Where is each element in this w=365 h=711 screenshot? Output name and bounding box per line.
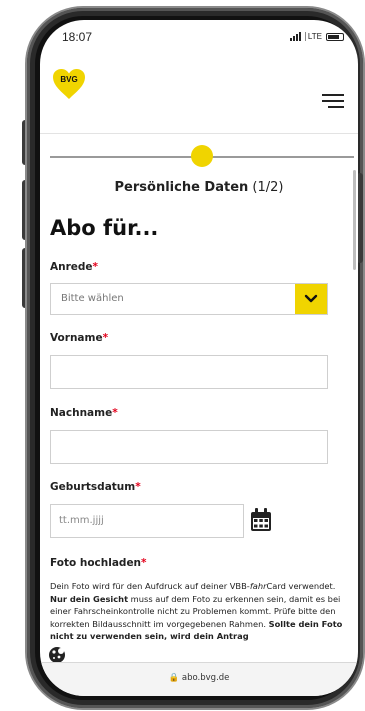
anrede-selected-value: Bitte wählen <box>61 293 124 304</box>
step-indicator: Persönliche Daten (1/2) <box>40 180 358 195</box>
scrollbar[interactable] <box>353 170 356 270</box>
foto-label: Foto hochladen* <box>50 557 147 569</box>
foto-description: Dein Foto wird für den Aufdruck auf dein… <box>50 581 343 642</box>
nachname-label: Nachname* <box>50 407 118 419</box>
battery-icon <box>326 32 344 41</box>
geburtsdatum-input[interactable]: tt.mm.jjjj <box>50 504 244 538</box>
anrede-select[interactable]: Bitte wählen <box>50 283 328 315</box>
logo-text: BVG <box>60 75 77 84</box>
progress-marker <box>191 145 213 167</box>
phone-screen: 18:07 LTE BVG Persönliche Daten (1/2) Ab… <box>40 20 358 696</box>
step-progress <box>50 144 354 168</box>
step-count: (1/2) <box>252 180 284 195</box>
status-time: 18:07 <box>62 30 93 44</box>
status-bar: 18:07 LTE <box>40 20 358 56</box>
hamburger-menu-button[interactable] <box>322 94 344 108</box>
calendar-icon[interactable] <box>250 508 272 532</box>
geburtsdatum-placeholder: tt.mm.jjjj <box>59 515 104 526</box>
chevron-down-icon[interactable] <box>295 284 327 314</box>
network-label: LTE <box>304 32 322 41</box>
anrede-label: Anrede* <box>50 261 99 273</box>
browser-address-bar[interactable]: 🔒 abo.bvg.de <box>40 662 358 696</box>
site-header: BVG <box>40 56 358 134</box>
nachname-input[interactable] <box>50 430 328 464</box>
geburtsdatum-label: Geburtsdatum* <box>50 481 141 493</box>
vorname-label: Vorname* <box>50 332 109 344</box>
vorname-input[interactable] <box>50 355 328 389</box>
url-text: 🔒 abo.bvg.de <box>168 673 230 683</box>
signal-icon <box>289 32 301 41</box>
bvg-logo[interactable]: BVG <box>52 68 86 100</box>
step-title: Persönliche Daten <box>114 180 249 195</box>
page-title: Abo für... <box>50 216 159 240</box>
